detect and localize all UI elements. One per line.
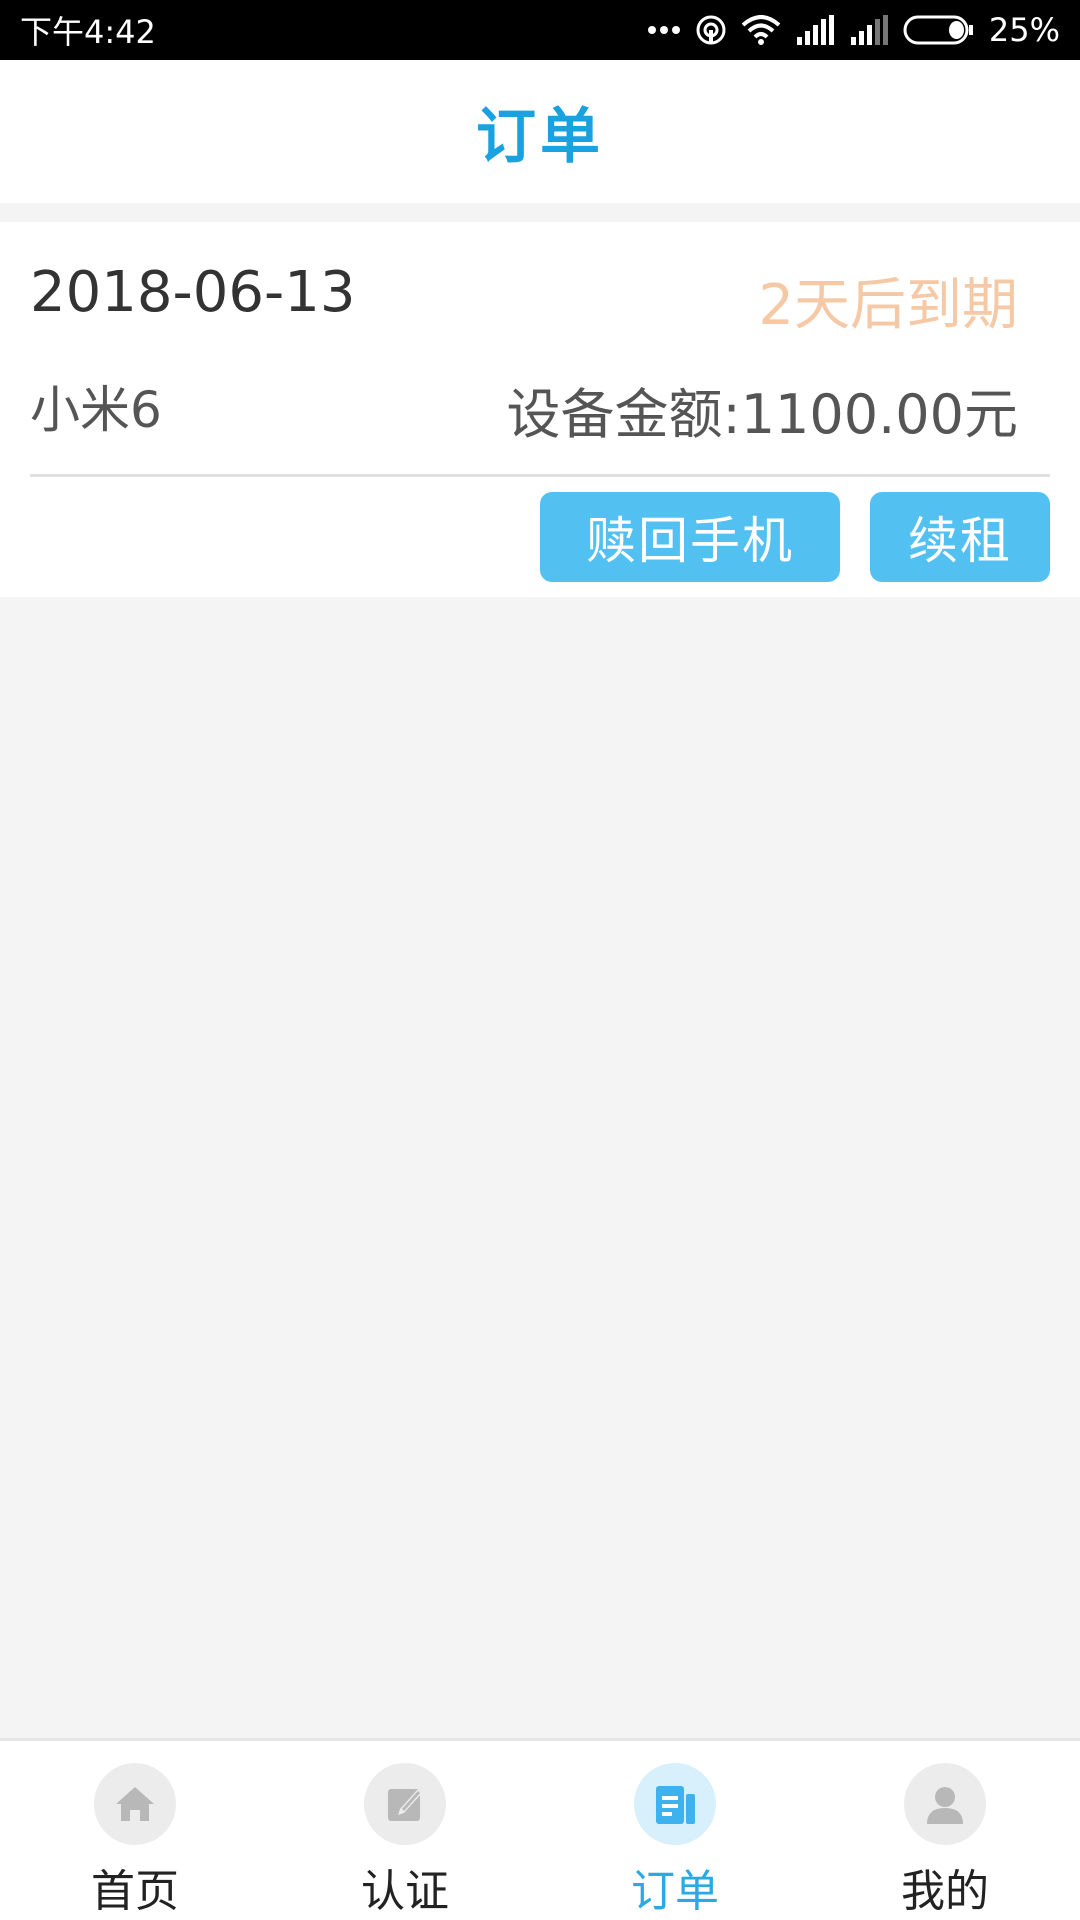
nav-item-home[interactable]: 首页 bbox=[0, 1741, 270, 1920]
home-icon bbox=[94, 1763, 176, 1845]
status-bar: 下午4:42 25% bbox=[0, 0, 1080, 60]
battery-icon bbox=[903, 15, 975, 45]
battery-percent: 25% bbox=[988, 11, 1060, 49]
status-icons: 25% bbox=[647, 11, 1060, 49]
order-date: 2018-06-13 bbox=[30, 260, 356, 325]
hotspot-icon bbox=[695, 14, 727, 46]
edit-icon bbox=[364, 1763, 446, 1845]
nav-label-orders: 订单 bbox=[631, 1866, 719, 1917]
orders-icon bbox=[634, 1763, 716, 1845]
renew-button[interactable]: 续租 bbox=[870, 492, 1050, 582]
nav-label-mine: 我的 bbox=[901, 1866, 989, 1917]
more-dots-icon bbox=[647, 25, 681, 35]
signal-icon-1 bbox=[795, 15, 835, 45]
order-device: 小米6 bbox=[30, 381, 162, 439]
user-icon bbox=[904, 1763, 986, 1845]
nav-item-mine[interactable]: 我的 bbox=[810, 1741, 1080, 1920]
order-amount: 设备金额:1100.00元 bbox=[506, 383, 1019, 446]
redeem-phone-button[interactable]: 赎回手机 bbox=[540, 492, 840, 582]
bottom-nav: 首页 认证 订单 我的 bbox=[0, 1738, 1080, 1920]
order-expiry: 2天后到期 bbox=[758, 273, 1018, 338]
nav-label-verify: 认证 bbox=[361, 1866, 449, 1917]
page-title: 订单 bbox=[476, 102, 604, 172]
nav-item-orders[interactable]: 订单 bbox=[540, 1741, 810, 1920]
wifi-icon bbox=[741, 15, 781, 45]
app-header: 订单 bbox=[0, 60, 1080, 203]
order-divider bbox=[30, 474, 1050, 477]
nav-item-verify[interactable]: 认证 bbox=[270, 1741, 540, 1920]
status-time: 下午4:42 bbox=[20, 13, 156, 51]
nav-label-home: 首页 bbox=[91, 1866, 179, 1917]
order-card[interactable]: 2018-06-13 2天后到期 小米6 设备金额:1100.00元 赎回手机 … bbox=[0, 222, 1080, 597]
signal-icon-2 bbox=[849, 15, 889, 45]
